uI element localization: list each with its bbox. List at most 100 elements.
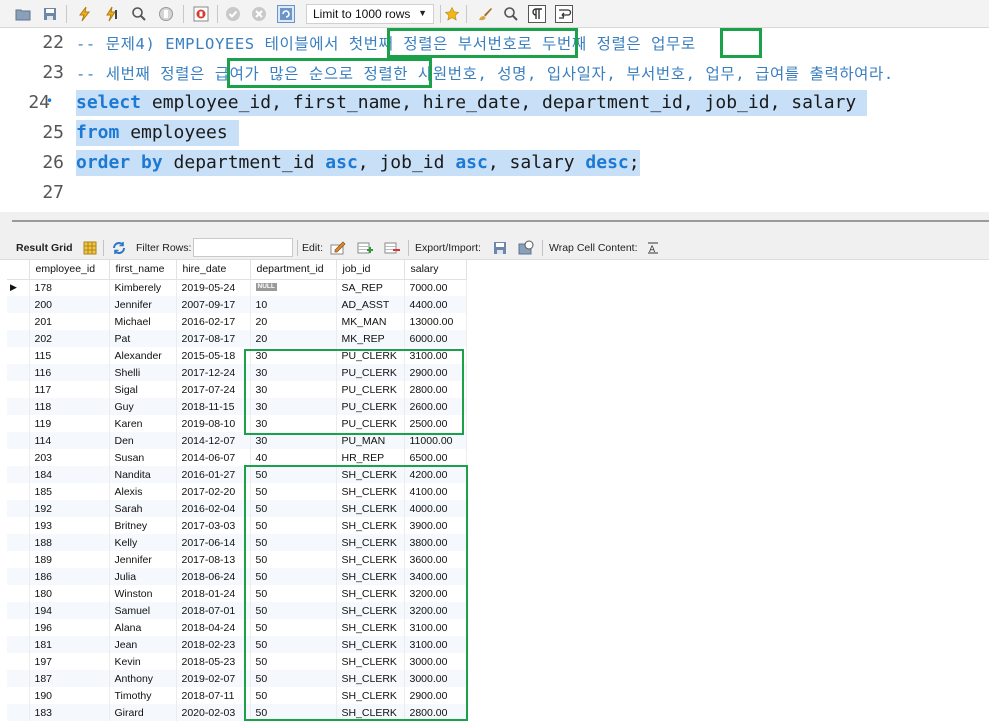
folder-icon[interactable] <box>14 5 32 23</box>
table-cell[interactable]: Alana <box>109 619 177 636</box>
table-cell[interactable]: Jennifer <box>109 551 177 568</box>
table-cell[interactable]: 115 <box>29 347 110 364</box>
table-cell[interactable]: Jean <box>109 636 177 653</box>
table-cell[interactable]: Kevin <box>109 653 177 670</box>
table-row[interactable]: 201 Michael 2016-02-17 20 MK_MAN 13000.00 <box>7 313 467 330</box>
wrap-icon[interactable] <box>555 5 573 23</box>
table-cell[interactable]: Samuel <box>109 602 177 619</box>
table-row[interactable]: 200 Jennifer 2007-09-17 10 AD_ASST 4400.00 <box>7 296 467 313</box>
table-cell[interactable]: Guy <box>109 398 177 415</box>
table-cell[interactable]: Nandita <box>109 466 177 483</box>
table-cell[interactable]: NULL <box>250 279 337 296</box>
table-cell[interactable]: 2019-08-10 <box>176 415 251 432</box>
brush-icon[interactable] <box>476 5 494 23</box>
table-cell[interactable]: 178 <box>29 279 110 296</box>
search-icon[interactable] <box>502 5 520 23</box>
table-cell[interactable]: 196 <box>29 619 110 636</box>
table-cell[interactable]: 2018-06-24 <box>176 568 251 585</box>
table-cell[interactable]: 200 <box>29 296 110 313</box>
table-cell[interactable]: 117 <box>29 381 110 398</box>
table-cell[interactable]: Julia <box>109 568 177 585</box>
table-cell[interactable]: MK_MAN <box>336 313 405 330</box>
add-row-icon[interactable] <box>357 240 373 256</box>
table-cell[interactable]: Alexis <box>109 483 177 500</box>
table-cell[interactable]: 183 <box>29 704 110 721</box>
table-cell[interactable]: Kelly <box>109 534 177 551</box>
table-cell[interactable]: 187 <box>29 670 110 687</box>
table-cell[interactable]: 2016-01-27 <box>176 466 251 483</box>
table-cell[interactable]: Karen <box>109 415 177 432</box>
table-cell[interactable]: 192 <box>29 500 110 517</box>
table-cell[interactable]: Shelli <box>109 364 177 381</box>
table-cell[interactable]: Alexander <box>109 347 177 364</box>
save-icon[interactable] <box>41 5 59 23</box>
table-cell[interactable]: 2018-07-11 <box>176 687 251 704</box>
table-cell[interactable]: 180 <box>29 585 110 602</box>
table-cell[interactable]: 2018-11-15 <box>176 398 251 415</box>
result-grid[interactable]: employee_id first_name hire_date departm… <box>7 260 468 721</box>
table-cell[interactable]: 2019-02-07 <box>176 670 251 687</box>
autocommit-icon[interactable] <box>277 5 295 23</box>
table-cell[interactable]: 2017-02-20 <box>176 483 251 500</box>
table-cell[interactable]: 7000.00 <box>404 279 467 296</box>
table-cell[interactable]: 181 <box>29 636 110 653</box>
lightning-icon[interactable] <box>76 5 94 23</box>
table-cell[interactable]: Anthony <box>109 670 177 687</box>
table-cell[interactable]: 202 <box>29 330 110 347</box>
star-icon[interactable] <box>443 5 461 23</box>
table-cell[interactable]: 194 <box>29 602 110 619</box>
table-cell[interactable]: 2018-01-24 <box>176 585 251 602</box>
table-cell[interactable]: 2017-08-17 <box>176 330 251 347</box>
table-cell[interactable]: 184 <box>29 466 110 483</box>
table-cell[interactable]: 20 <box>250 313 337 330</box>
grid-view-icon[interactable] <box>82 240 98 256</box>
table-cell[interactable]: 186 <box>29 568 110 585</box>
table-cell[interactable]: 6000.00 <box>404 330 467 347</box>
table-cell[interactable]: Jennifer <box>109 296 177 313</box>
table-cell[interactable]: Sarah <box>109 500 177 517</box>
table-cell[interactable]: 2019-05-24 <box>176 279 251 296</box>
stop-icon[interactable] <box>157 5 175 23</box>
export-icon[interactable] <box>492 240 508 256</box>
table-row[interactable]: 203 Susan 2014-06-07 40 HR_REP 6500.00 <box>7 449 467 466</box>
table-cell[interactable]: 2017-06-14 <box>176 534 251 551</box>
table-cell[interactable]: HR_REP <box>336 449 405 466</box>
table-row[interactable]: ▶ 178 Kimberely 2019-05-24 NULL SA_REP 7000.00 <box>7 279 467 296</box>
table-cell[interactable]: 2016-02-04 <box>176 500 251 517</box>
edit-row-icon[interactable] <box>330 240 346 256</box>
column-header[interactable]: hire_date <box>176 260 251 280</box>
table-cell[interactable]: 189 <box>29 551 110 568</box>
paragraph-icon[interactable] <box>528 5 546 23</box>
table-cell[interactable]: 2007-09-17 <box>176 296 251 313</box>
magnifier-icon[interactable] <box>130 5 148 23</box>
table-cell[interactable]: 2014-06-07 <box>176 449 251 466</box>
sql-editor[interactable]: 22 -- 문제4) EMPLOYEES 테이블에서 첫번째 정렬은 부서번호로… <box>0 28 989 212</box>
wrap-cell-icon[interactable]: A <box>645 240 661 256</box>
table-cell[interactable]: SA_REP <box>336 279 405 296</box>
panel-splitter[interactable] <box>0 212 989 236</box>
table-cell[interactable]: 201 <box>29 313 110 330</box>
table-cell[interactable]: Sigal <box>109 381 177 398</box>
stop-error-icon[interactable] <box>192 5 210 23</box>
table-cell[interactable]: Susan <box>109 449 177 466</box>
table-cell[interactable]: 13000.00 <box>404 313 467 330</box>
table-row[interactable]: 202 Pat 2017-08-17 20 MK_REP 6000.00 <box>7 330 467 347</box>
table-cell[interactable]: 203 <box>29 449 110 466</box>
table-cell[interactable]: 40 <box>250 449 337 466</box>
lightning-cursor-icon[interactable] <box>103 5 121 23</box>
delete-row-icon[interactable] <box>384 240 400 256</box>
table-cell[interactable]: 119 <box>29 415 110 432</box>
table-cell[interactable]: 2018-07-01 <box>176 602 251 619</box>
table-cell[interactable]: 4400.00 <box>404 296 467 313</box>
rollback-icon[interactable] <box>250 5 268 23</box>
import-icon[interactable] <box>518 240 534 256</box>
table-cell[interactable]: Pat <box>109 330 177 347</box>
limit-rows-select[interactable]: Limit to 1000 rows ▼ <box>306 4 434 24</box>
table-cell[interactable]: Den <box>109 432 177 449</box>
table-cell[interactable]: 6500.00 <box>404 449 467 466</box>
table-cell[interactable]: MK_REP <box>336 330 405 347</box>
result-grid-tab[interactable]: Result Grid <box>16 242 73 254</box>
filter-rows-input[interactable] <box>193 238 293 257</box>
column-header[interactable]: employee_id <box>29 260 110 280</box>
table-cell[interactable]: 20 <box>250 330 337 347</box>
